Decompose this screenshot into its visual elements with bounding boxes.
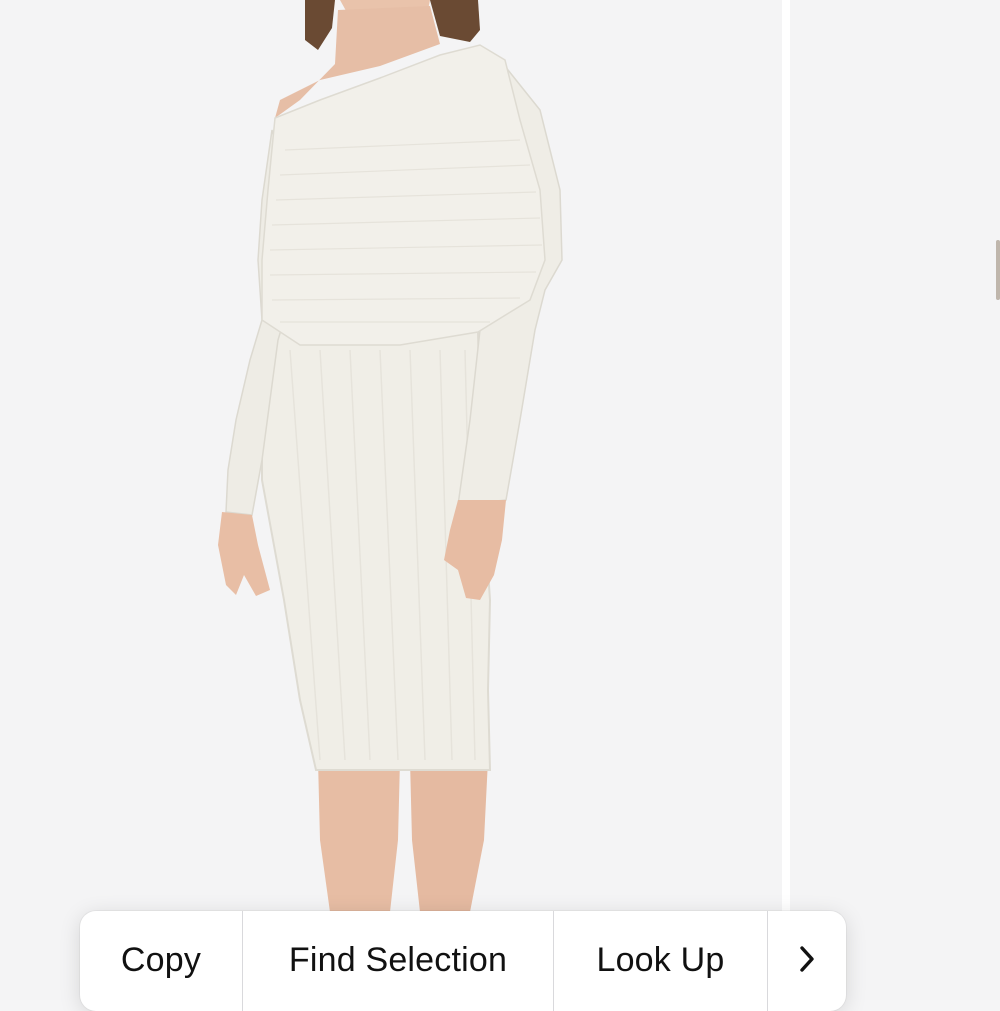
panel-divider bbox=[782, 0, 790, 1000]
copy-menu-item[interactable]: Copy bbox=[80, 911, 242, 1011]
text-edit-menu: Copy Find Selection Look Up bbox=[80, 911, 846, 1011]
chevron-right-icon bbox=[800, 946, 814, 972]
product-image-gallery[interactable] bbox=[0, 0, 1000, 1000]
next-photo-edge bbox=[996, 240, 1000, 300]
look-up-menu-item[interactable]: Look Up bbox=[553, 911, 767, 1011]
more-options-button[interactable] bbox=[767, 911, 846, 1011]
model-wearing-white-sweater-dress-image bbox=[218, 0, 563, 912]
next-product-photo[interactable] bbox=[790, 0, 1000, 1000]
find-selection-menu-item[interactable]: Find Selection bbox=[242, 911, 553, 1011]
product-photo[interactable] bbox=[0, 0, 782, 1000]
